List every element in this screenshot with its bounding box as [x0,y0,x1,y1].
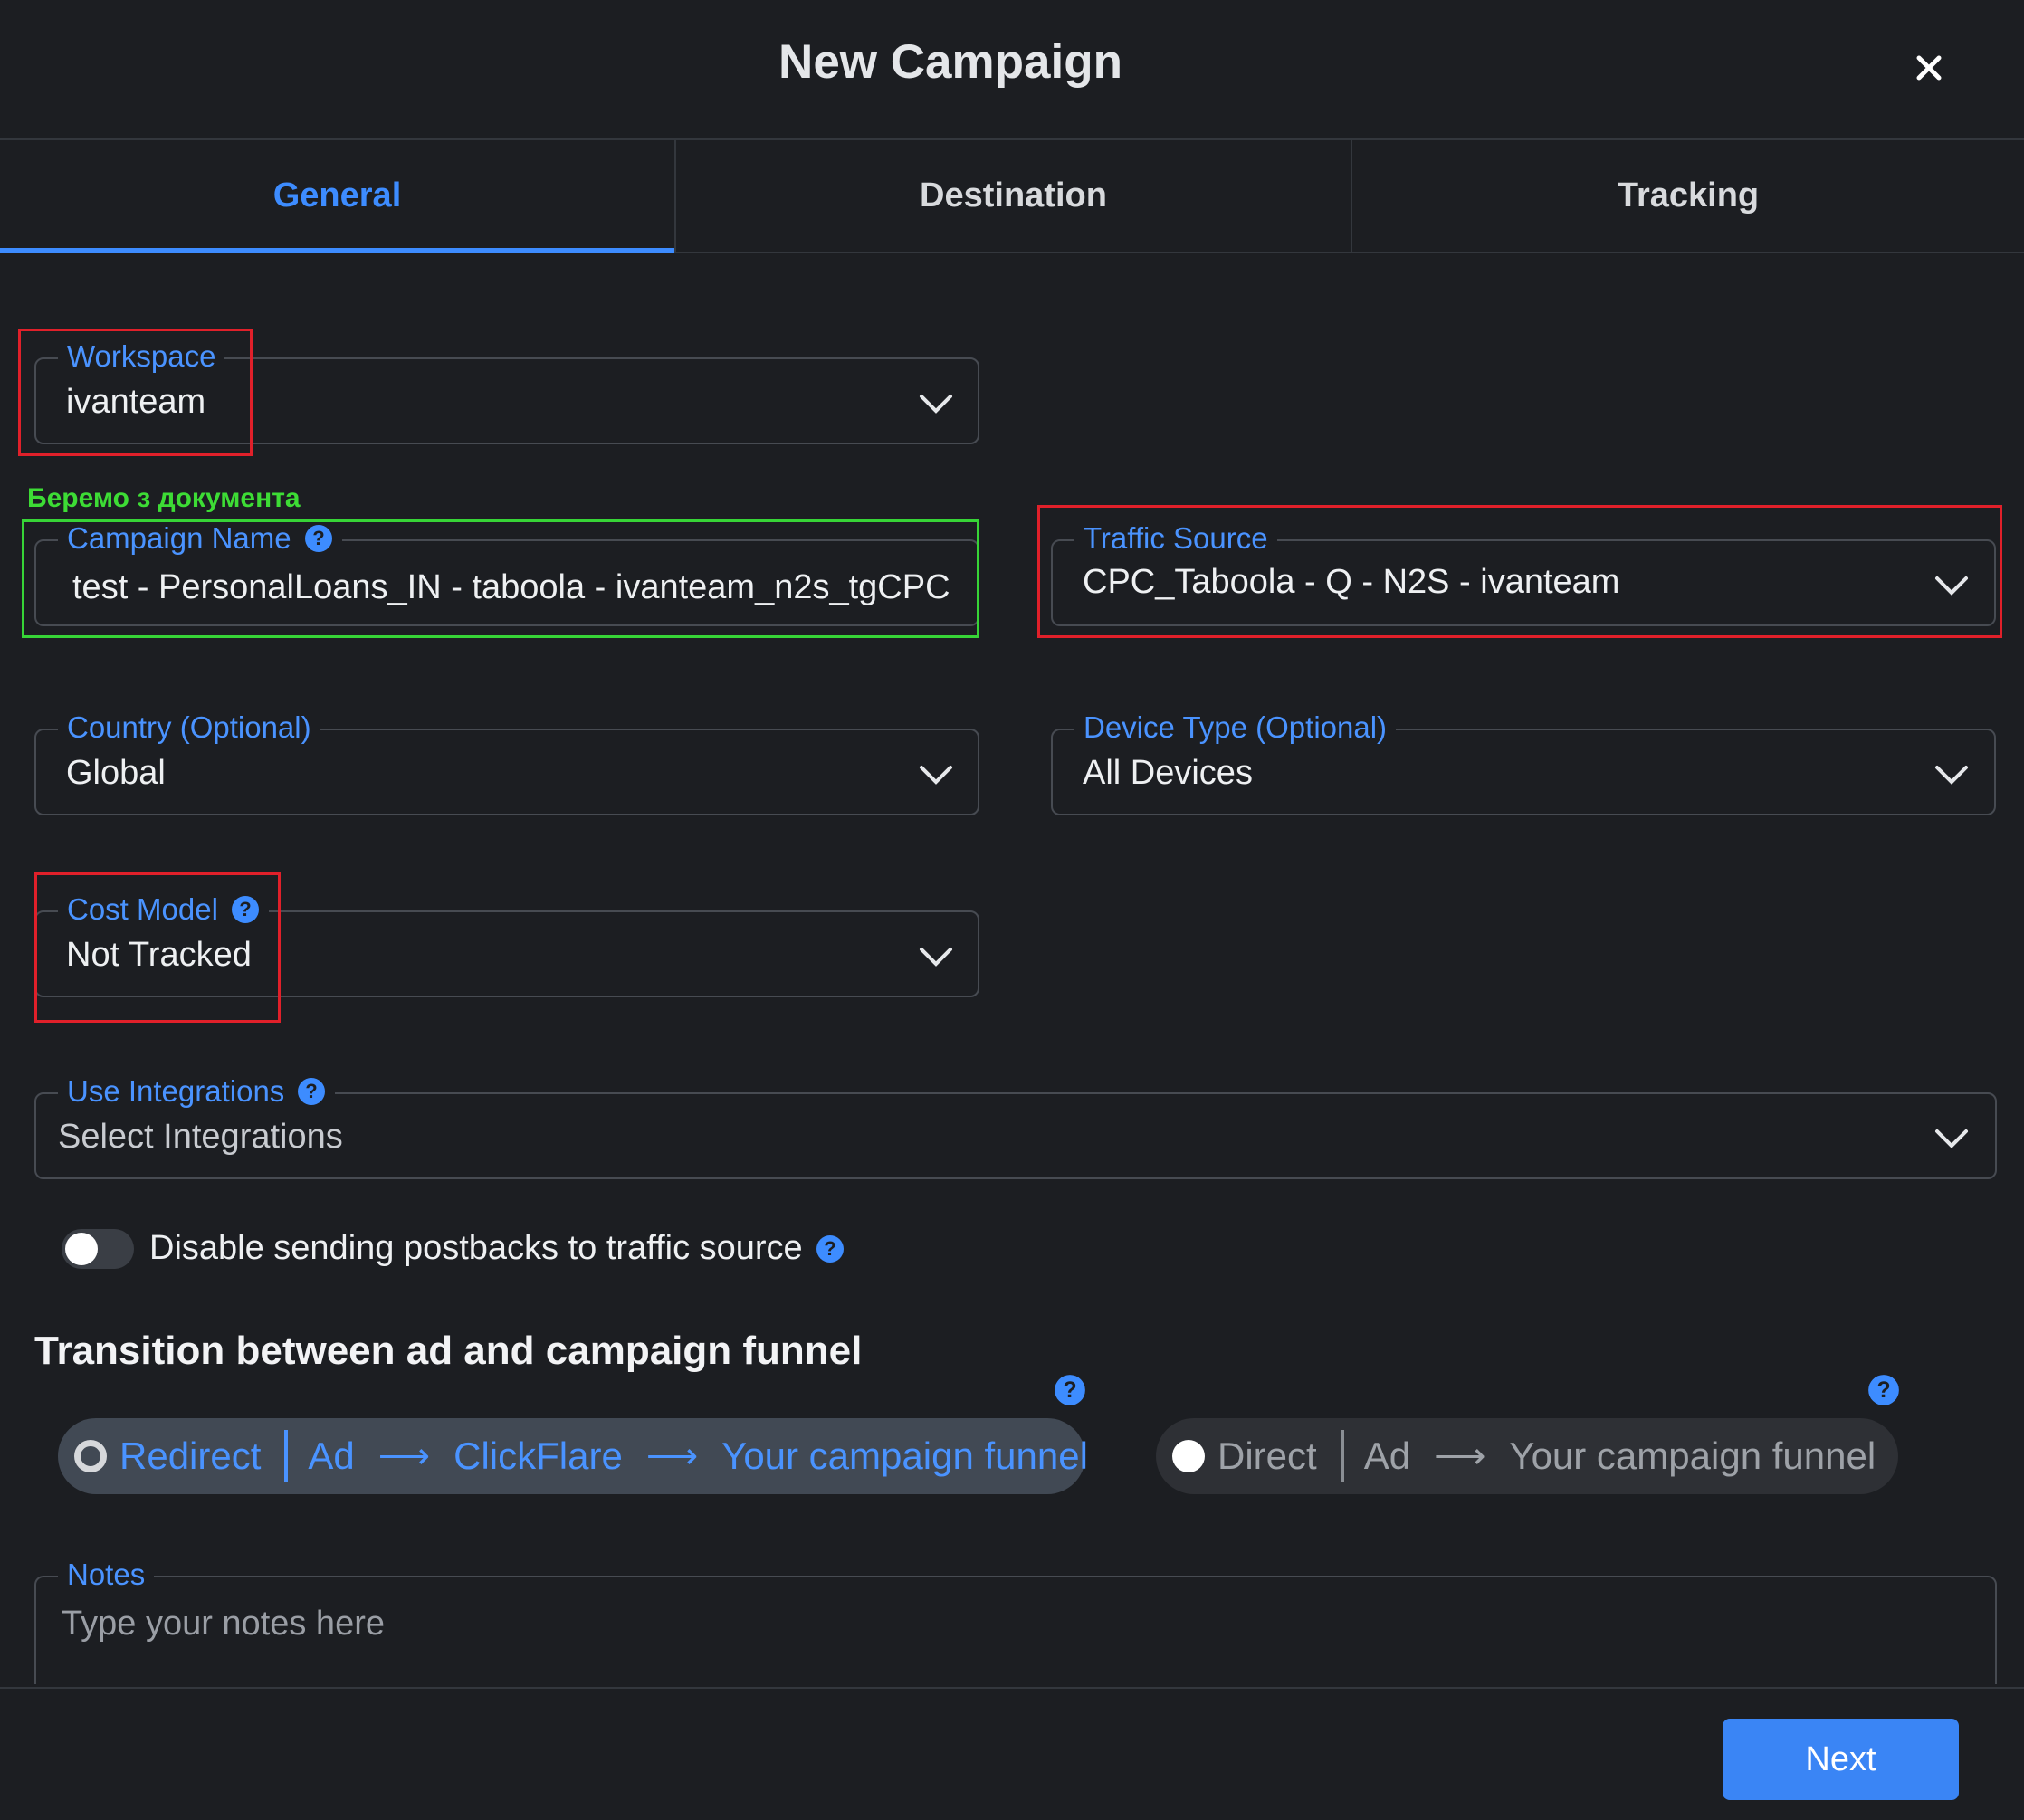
flow-step-clickflare: ClickFlare [453,1434,623,1477]
chevron-down-icon [1935,766,1968,785]
help-icon[interactable]: ? [816,1234,845,1263]
highlight-cost-model [34,872,281,1023]
help-icon[interactable]: ? [297,1077,326,1106]
close-icon [1916,55,1942,81]
divider [1340,1430,1344,1482]
redirect-radio[interactable] [74,1440,107,1472]
highlight-workspace [18,329,253,456]
footer-divider [0,1687,2024,1689]
transition-title: Transition between ad and campaign funne… [34,1329,863,1373]
notes-placeholder: Type your notes here [62,1605,385,1643]
modal-title: New Campaign [778,35,1122,89]
chevron-down-icon [920,948,952,967]
flow-step-funnel: Your campaign funnel [721,1434,1088,1477]
integrations-label: Use Integrations [67,1074,285,1108]
chevron-down-icon [1935,1129,1968,1148]
notes-label: Notes [67,1558,146,1591]
highlight-traffic-source [1037,505,2002,638]
direct-label: Direct [1217,1434,1317,1477]
help-icon[interactable]: ? [1867,1374,1900,1406]
flow-step-ad: Ad [308,1434,355,1477]
redirect-option[interactable]: Redirect Ad ⟶ ClickFlare ⟶ Your campaign… [58,1418,1088,1494]
svg-text:?: ? [824,1237,835,1260]
integrations-select[interactable]: Use Integrations ? Select Integrations [34,1074,1997,1179]
chevron-down-icon [920,395,952,414]
chevron-down-icon [920,766,952,785]
direct-radio[interactable] [1172,1440,1205,1472]
svg-text:?: ? [1063,1378,1076,1403]
arrow-right-icon: ⟶ [377,1436,431,1476]
flow-step-ad: Ad [1363,1434,1411,1477]
tab-general[interactable]: General [0,140,676,253]
integrations-placeholder: Select Integrations [58,1118,343,1156]
svg-text:?: ? [306,1080,318,1102]
close-button[interactable] [1905,43,1953,92]
svg-text:?: ? [1876,1378,1890,1403]
tab-bar: General Destination Tracking [0,138,2024,253]
redirect-label: Redirect [119,1434,262,1477]
country-select[interactable]: Country (Optional) Global [34,710,979,815]
country-value: Global [66,754,166,792]
annotation-note: Беремо з документа [27,483,301,513]
device-type-select[interactable]: Device Type (Optional) All Devices [1051,710,1996,815]
help-icon[interactable]: ? [1054,1374,1086,1406]
flow-step-funnel: Your campaign funnel [1509,1434,1876,1477]
highlight-campaign-name [22,519,979,638]
direct-option[interactable]: Direct Ad ⟶ Your campaign funnel [1156,1418,1898,1494]
device-type-value: All Devices [1083,754,1253,792]
next-button[interactable]: Next [1723,1719,1959,1800]
country-label: Country (Optional) [67,710,311,744]
device-type-label: Device Type (Optional) [1084,710,1388,744]
toggle-knob [65,1233,98,1265]
tab-tracking[interactable]: Tracking [1352,140,2024,252]
divider [284,1430,289,1482]
arrow-right-icon: ⟶ [1434,1436,1486,1476]
notes-textarea[interactable]: Notes Type your notes here [34,1558,1997,1684]
arrow-right-icon: ⟶ [645,1436,699,1476]
tab-destination[interactable]: Destination [676,140,1352,252]
postback-toggle-label: Disable sending postbacks to traffic sou… [149,1229,803,1267]
